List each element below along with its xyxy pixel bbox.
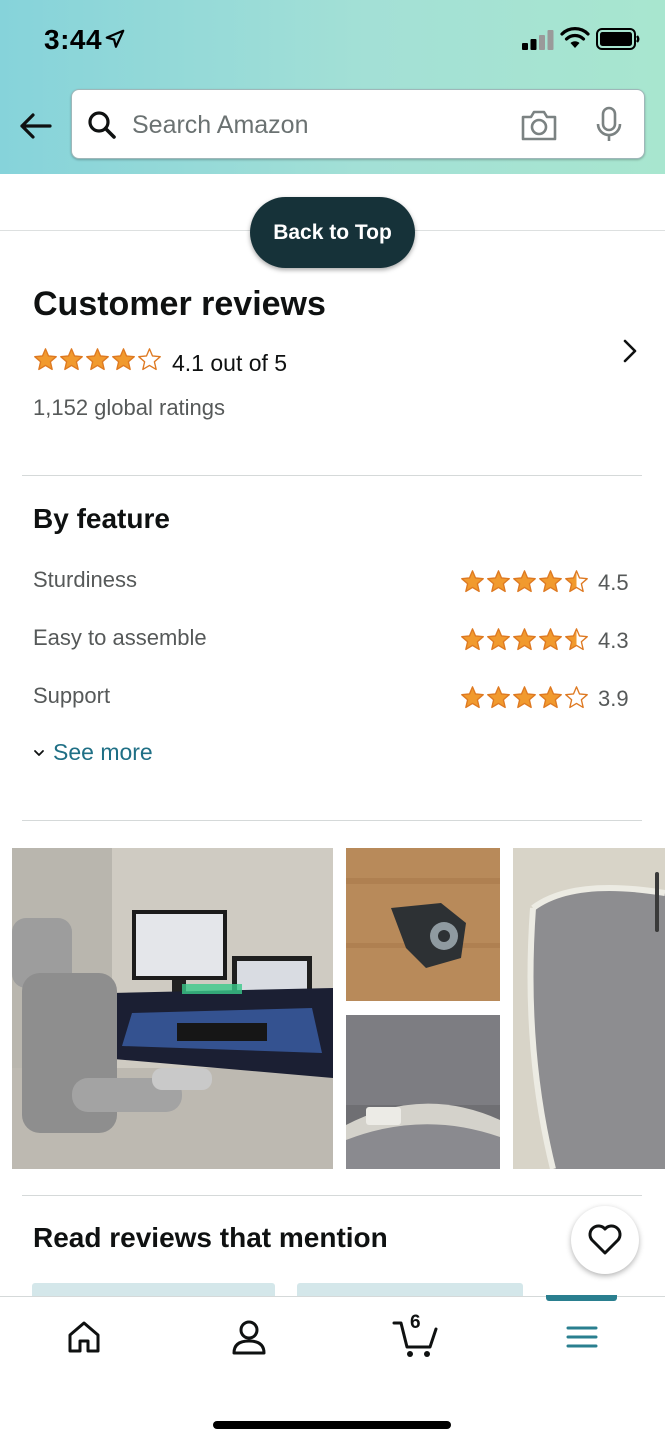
section-divider — [22, 820, 642, 821]
home-indicator — [213, 1421, 451, 1429]
feature-star-rating — [460, 685, 589, 710]
section-divider — [22, 475, 642, 476]
feature-star-rating — [460, 569, 589, 594]
star-full-icon — [513, 570, 536, 593]
feature-score: 3.9 — [598, 686, 629, 711]
overall-star-rating — [33, 347, 162, 377]
star-full-icon — [461, 628, 484, 651]
star-full-icon — [34, 348, 57, 371]
star-empty-icon — [565, 686, 588, 709]
menu-icon[interactable] — [562, 1317, 602, 1357]
mesh-headrest-photo — [346, 1015, 500, 1169]
wifi-icon — [560, 27, 590, 48]
customer-photo-bracket[interactable] — [346, 848, 500, 1001]
feature-name: Easy to assemble — [33, 625, 207, 650]
wishlist-button[interactable] — [571, 1206, 639, 1274]
scrollbar[interactable] — [655, 872, 659, 932]
chevron-right-icon[interactable] — [617, 337, 641, 365]
search-bar[interactable]: Search Amazon — [71, 89, 645, 159]
back-arrow-icon[interactable] — [16, 106, 56, 146]
star-half-icon — [565, 570, 588, 593]
by-feature-title: By feature — [33, 503, 170, 534]
nav-active-indicator — [546, 1295, 617, 1301]
global-ratings-count: 1,152 global ratings — [33, 395, 226, 420]
see-more-label: See more — [53, 739, 153, 765]
feature-row-sturdiness: Sturdiness 4.5 — [0, 567, 665, 607]
search-icon — [88, 111, 116, 139]
cart-count-badge: 6 — [410, 1312, 421, 1333]
feature-score: 4.3 — [598, 628, 629, 653]
header: 3:44 Search Amazon — [0, 0, 665, 174]
star-full-icon — [539, 570, 562, 593]
customer-photo-headrest[interactable] — [346, 1015, 500, 1169]
star-full-icon — [461, 570, 484, 593]
see-more-link[interactable]: See more — [33, 739, 153, 766]
chevron-down-icon — [34, 749, 44, 756]
search-input[interactable]: Search Amazon — [132, 111, 309, 140]
section-divider — [22, 1195, 642, 1196]
camera-icon[interactable] — [520, 108, 558, 142]
star-full-icon — [513, 686, 536, 709]
star-full-icon — [112, 348, 135, 371]
star-full-icon — [86, 348, 109, 371]
heart-icon — [588, 1224, 622, 1255]
star-full-icon — [539, 628, 562, 651]
cellular-signal-icon — [522, 30, 554, 50]
mention-chip[interactable] — [32, 1283, 275, 1297]
status-bar: 3:44 — [0, 0, 665, 80]
bracket-part-photo — [346, 848, 500, 1001]
feature-row-support: Support 3.9 — [0, 683, 665, 723]
star-full-icon — [60, 348, 83, 371]
feature-row-easy-to-assemble: Easy to assemble 4.3 — [0, 625, 665, 665]
feature-star-rating — [460, 627, 589, 652]
star-empty-icon — [138, 348, 161, 371]
back-to-top-button[interactable]: Back to Top — [250, 197, 415, 268]
star-full-icon — [539, 686, 562, 709]
feature-name: Support — [33, 683, 111, 708]
star-full-icon — [461, 686, 484, 709]
account-icon[interactable] — [229, 1317, 269, 1357]
customer-photo-seat[interactable] — [513, 848, 665, 1169]
location-arrow-icon — [105, 29, 125, 48]
feature-name: Sturdiness — [33, 567, 137, 592]
star-full-icon — [487, 686, 510, 709]
customer-photo-desk-setup[interactable] — [12, 848, 333, 1169]
star-half-icon — [565, 628, 588, 651]
status-time: 3:44 — [44, 24, 103, 55]
customer-reviews-title: Customer reviews — [33, 285, 326, 323]
read-reviews-mention-title: Read reviews that mention — [33, 1222, 388, 1253]
battery-icon — [596, 28, 640, 50]
bottom-nav: 6 — [0, 1295, 665, 1440]
star-full-icon — [513, 628, 536, 651]
mention-chip[interactable] — [297, 1283, 523, 1297]
star-full-icon — [487, 628, 510, 651]
home-icon[interactable] — [64, 1317, 104, 1357]
mesh-seat-photo — [513, 848, 665, 1169]
overall-rating-text[interactable]: 4.1 out of 5 — [172, 350, 287, 377]
microphone-icon[interactable] — [594, 106, 624, 144]
desk-setup-photo — [12, 848, 333, 1169]
feature-score: 4.5 — [598, 570, 629, 595]
star-full-icon — [487, 570, 510, 593]
